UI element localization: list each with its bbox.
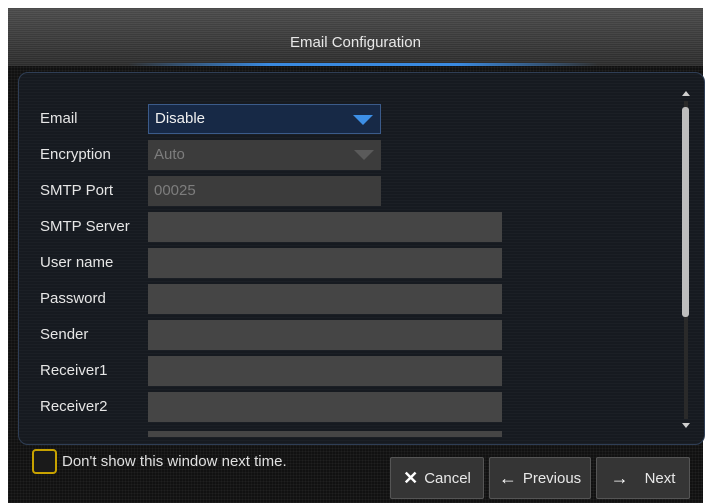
email-configuration-dialog: Email Configuration Email Disable Encryp… [8, 8, 705, 503]
email-select[interactable]: Disable [148, 104, 381, 134]
chevron-down-icon [354, 150, 374, 160]
password-label: Password [40, 290, 106, 307]
email-label: Email [40, 110, 78, 127]
user-name-input[interactable] [148, 248, 502, 278]
smtp-port-label: SMTP Port [40, 182, 114, 199]
scroll-down-arrow-icon[interactable] [682, 423, 690, 428]
email-select-value: Disable [155, 110, 206, 127]
smtp-port-row: SMTP Port 00025 [19, 175, 539, 207]
cancel-button[interactable]: ✕ Cancel [390, 457, 484, 499]
close-icon: ✕ [403, 467, 419, 488]
encryption-select: Auto [148, 140, 381, 170]
smtp-server-row: SMTP Server [19, 211, 539, 243]
smtp-server-input[interactable] [148, 212, 502, 242]
password-input[interactable] [148, 284, 502, 314]
next-row-partial [19, 427, 539, 444]
arrow-left-icon: ← [498, 467, 517, 488]
encryption-select-value: Auto [154, 146, 185, 163]
sender-input[interactable] [148, 320, 502, 350]
encryption-label: Encryption [40, 146, 111, 163]
previous-button-label: Previous [522, 469, 582, 487]
arrow-right-icon: → [610, 467, 629, 488]
next-button-label: Next [644, 469, 676, 487]
password-row: Password [19, 283, 539, 315]
settings-panel: Email Disable Encryption Auto SMTP Port … [18, 72, 705, 445]
receiver1-input[interactable] [148, 356, 502, 386]
receiver1-label: Receiver1 [40, 362, 108, 379]
sender-row: Sender [19, 319, 539, 351]
smtp-port-value: 00025 [154, 182, 196, 199]
title-accent-line [128, 63, 598, 66]
user-name-label: User name [40, 254, 114, 271]
receiver2-row: Receiver2 [19, 391, 539, 423]
scroll-up-arrow-icon[interactable] [682, 91, 690, 96]
dont-show-checkbox[interactable] [32, 449, 57, 474]
email-row: Email Disable [19, 103, 539, 135]
receiver2-label: Receiver2 [40, 398, 108, 415]
dont-show-label: Don't show this window next time. [62, 453, 287, 470]
title-bar: Email Configuration [8, 8, 703, 66]
next-button[interactable]: → Next [596, 457, 690, 499]
chevron-down-icon[interactable] [350, 113, 376, 127]
smtp-port-input: 00025 [148, 176, 381, 206]
scroll-thumb[interactable] [682, 107, 689, 317]
smtp-server-label: SMTP Server [40, 218, 130, 235]
cancel-button-label: Cancel [424, 469, 471, 487]
receiver1-row: Receiver1 [19, 355, 539, 387]
dialog-title: Email Configuration [290, 34, 421, 51]
receiver2-input[interactable] [148, 392, 502, 422]
encryption-row: Encryption Auto [19, 139, 539, 171]
previous-button[interactable]: ← Previous [489, 457, 591, 499]
scrollbar[interactable] [679, 87, 693, 432]
sender-label: Sender [40, 326, 89, 343]
user-name-row: User name [19, 247, 539, 279]
partial-input [148, 431, 502, 437]
